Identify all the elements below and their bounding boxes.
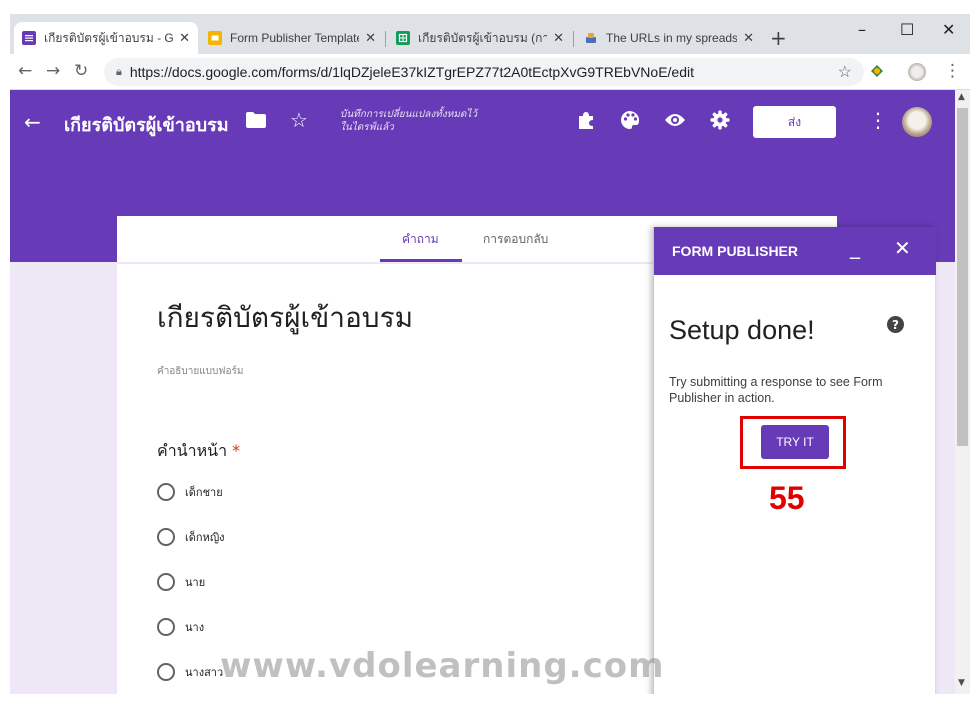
more-options-icon[interactable]: ⋮: [868, 108, 888, 132]
script-icon: [584, 31, 598, 45]
radio-option[interactable]: นาง: [157, 618, 204, 636]
minimize-icon[interactable]: _: [850, 235, 860, 259]
avatar[interactable]: [902, 107, 932, 137]
option-label: เด็กหญิง: [185, 531, 225, 544]
preview-eye-icon[interactable]: [664, 112, 686, 132]
slides-icon: [208, 31, 222, 45]
tab-separator: [573, 31, 574, 47]
scrollbar-thumb[interactable]: [957, 108, 968, 446]
tab-separator: [385, 31, 386, 47]
folder-icon[interactable]: [246, 112, 266, 132]
forward-arrow-icon[interactable]: →: [46, 61, 60, 81]
palette-icon[interactable]: [620, 110, 640, 134]
sheets-icon: [396, 31, 410, 45]
send-button[interactable]: ส่ง: [753, 106, 836, 138]
bookmark-star-icon[interactable]: ☆: [838, 62, 852, 82]
scrollbar[interactable]: ▲ ▼: [955, 90, 970, 694]
close-icon[interactable]: ✕: [894, 236, 911, 260]
close-tab-icon[interactable]: ✕: [179, 31, 190, 46]
try-it-button[interactable]: TRY IT: [761, 425, 829, 459]
radio-circle-icon[interactable]: [157, 573, 175, 591]
question-title-text: คำนำหน้า: [157, 441, 228, 460]
radio-circle-icon[interactable]: [157, 528, 175, 546]
radio-circle-icon[interactable]: [157, 618, 175, 636]
panel-title: FORM PUBLISHER: [672, 243, 798, 259]
radio-option[interactable]: เด็กชาย: [157, 483, 223, 501]
form-description[interactable]: คำอธิบายแบบฟอร์ม: [157, 364, 243, 379]
extension-icon[interactable]: [868, 62, 886, 84]
form-title[interactable]: เกียรติบัตรผู้เข้าอบรม: [157, 296, 413, 340]
close-window-button[interactable]: ✕: [942, 20, 955, 39]
tab-title: เกียรติบัตรผู้เข้าอบรม (การตอ: [418, 30, 548, 45]
help-icon[interactable]: ?: [887, 316, 904, 333]
radio-option[interactable]: เด็กหญิง: [157, 528, 225, 546]
maximize-button[interactable]: ☐: [900, 20, 914, 39]
panel-message: Try submitting a response to see Form Pu…: [669, 375, 883, 405]
option-label: เด็กชาย: [185, 486, 223, 499]
new-tab-button[interactable]: +: [770, 26, 787, 50]
option-label: นาย: [185, 576, 206, 589]
required-marker: *: [232, 441, 241, 460]
form-publisher-panel: FORM PUBLISHER _ ✕ Setup done! ? Try sub…: [653, 227, 936, 694]
close-tab-icon[interactable]: ✕: [553, 31, 564, 46]
setup-heading: Setup done!: [669, 315, 815, 345]
save-status-line: บันทึกการเปลี่ยนแปลงทั้งหมดไว้: [340, 109, 478, 120]
save-status: บันทึกการเปลี่ยนแปลงทั้งหมดไว้ ในไดรฟ์แล…: [340, 108, 477, 134]
reload-icon[interactable]: ↻: [74, 61, 88, 81]
browser-menu-icon[interactable]: ⋮: [944, 61, 961, 81]
option-label: นาง: [185, 621, 205, 634]
radio-circle-icon[interactable]: [157, 663, 175, 681]
profile-avatar-icon[interactable]: [908, 63, 926, 81]
tab-title: Form Publisher Template: [230, 31, 360, 45]
form-doc-title[interactable]: เกียรติบัตรผู้เข้าอบรม: [64, 110, 229, 139]
tab-forms[interactable]: เกียรติบัตรผู้เข้าอบรม - Goog ✕: [14, 22, 198, 54]
close-tab-icon[interactable]: ✕: [743, 31, 754, 46]
question-title[interactable]: คำนำหน้า *: [157, 439, 240, 464]
tab-title: The URLs in my spreadshe: [606, 31, 738, 45]
step-number-annotation: 55: [769, 480, 805, 516]
tab-questions[interactable]: คำถาม: [402, 230, 439, 249]
browser-toolbar: ← → ↻ 🔒︎ https://docs.google.com/forms/d…: [10, 54, 970, 90]
radio-circle-icon[interactable]: [157, 483, 175, 501]
lock-icon: 🔒︎: [116, 65, 122, 78]
scroll-up-icon[interactable]: ▲: [958, 92, 965, 102]
tab-strip: เกียรติบัตรผู้เข้าอบรม - Goog ✕ Form Pub…: [10, 14, 970, 54]
url-text: https://docs.google.com/forms/d/1lqDZjel…: [129, 64, 695, 80]
star-icon[interactable]: ☆: [290, 108, 308, 132]
tab-responses[interactable]: การตอบกลับ: [483, 230, 548, 249]
scroll-down-icon[interactable]: ▼: [958, 678, 965, 688]
radio-option[interactable]: นาย: [157, 573, 205, 591]
panel-header: FORM PUBLISHER _ ✕: [654, 227, 936, 275]
tab-title: เกียรติบัตรผู้เข้าอบรม - Goog: [44, 30, 174, 45]
settings-gear-icon[interactable]: [710, 110, 730, 134]
back-arrow-icon[interactable]: ←: [18, 61, 32, 81]
tab-template[interactable]: Form Publisher Template ✕: [200, 22, 384, 54]
address-bar[interactable]: 🔒︎ https://docs.google.com/forms/d/1lqDZ…: [104, 58, 864, 86]
tab-script[interactable]: The URLs in my spreadshe ✕: [576, 22, 762, 54]
tab-sheets[interactable]: เกียรติบัตรผู้เข้าอบรม (การตอ ✕: [388, 22, 572, 54]
watermark: www.vdolearning.com: [220, 646, 665, 686]
option-label: นางสาว: [185, 666, 224, 679]
addons-puzzle-icon[interactable]: [576, 110, 596, 134]
radio-option[interactable]: นางสาว: [157, 663, 223, 681]
save-status-line: ในไดรฟ์แล้ว: [340, 122, 394, 133]
active-tab-indicator: [380, 259, 462, 262]
close-tab-icon[interactable]: ✕: [365, 31, 376, 46]
browser-window: เกียรติบัตรผู้เข้าอบรม - Goog ✕ Form Pub…: [10, 14, 970, 694]
forms-icon: [22, 31, 36, 45]
back-arrow-icon[interactable]: ←: [24, 110, 41, 134]
minimize-button[interactable]: –: [858, 20, 866, 39]
